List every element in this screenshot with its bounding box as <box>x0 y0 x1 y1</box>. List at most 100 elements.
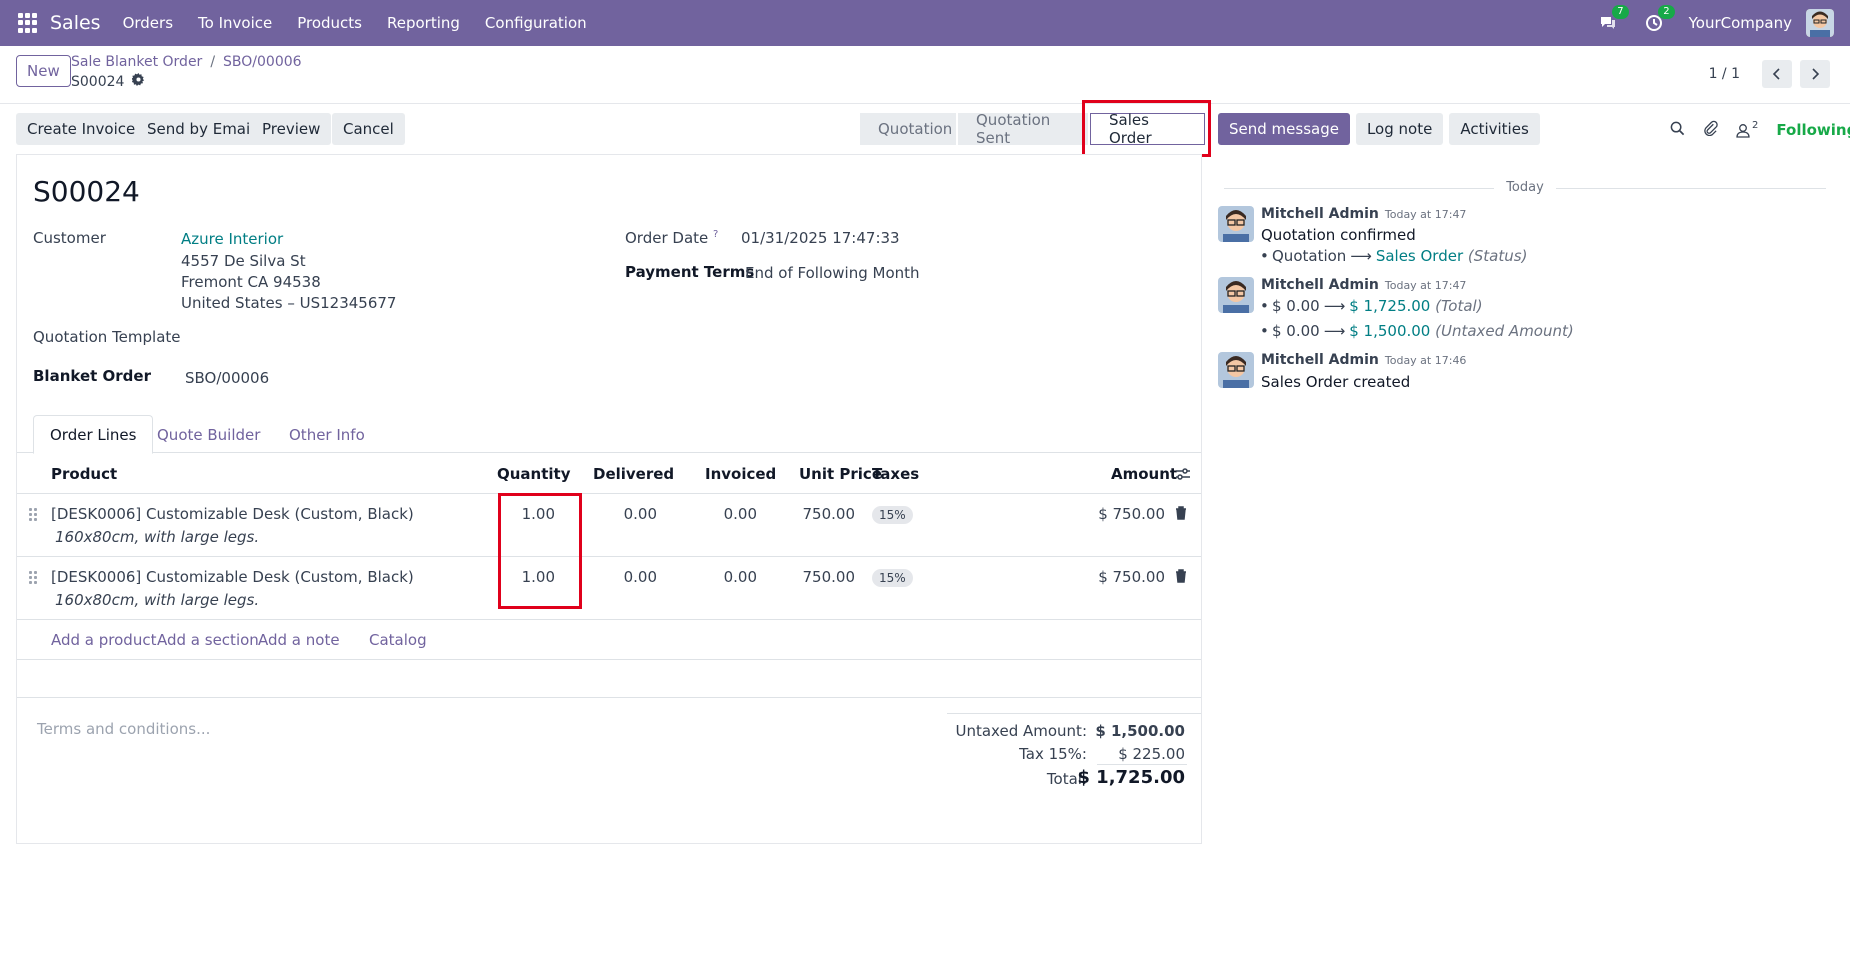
message-author-name[interactable]: Mitchell Admin <box>1261 352 1379 368</box>
optional-columns-icon[interactable] <box>1175 467 1191 485</box>
message-body: Sales Order created <box>1261 373 1411 391</box>
paperclip-icon[interactable] <box>1703 120 1718 140</box>
row-invoiced[interactable]: 0.00 <box>699 568 757 586</box>
top-navbar: Sales Orders To Invoice Products Reporti… <box>0 0 1850 46</box>
menu-orders[interactable]: Orders <box>123 14 173 32</box>
company-switcher[interactable]: YourCompany <box>1689 14 1792 32</box>
tracking-value: $ 0.00⟶$ 1,725.00 (Total) <box>1260 297 1483 315</box>
breadcrumb-parent[interactable]: Sale Blanket Order <box>71 54 202 70</box>
arrow-right-icon: ⟶ <box>1350 247 1372 265</box>
arrow-right-icon: ⟶ <box>1323 322 1346 340</box>
new-button[interactable]: New <box>16 55 71 87</box>
tracking-old-value: Quotation <box>1272 247 1347 265</box>
tab-order-lines[interactable]: Order Lines <box>33 415 154 454</box>
column-header-quantity[interactable]: Quantity <box>497 465 571 483</box>
cancel-button[interactable]: Cancel <box>332 113 405 145</box>
customer-link[interactable]: Azure Interior <box>181 230 283 248</box>
row-unit-price[interactable]: 750.00 <box>787 505 856 523</box>
pager-value[interactable]: 1 / 1 <box>1709 66 1740 82</box>
preview-button[interactable]: Preview <box>251 113 332 145</box>
tracking-new-value: $ 1,725.00 <box>1349 297 1431 315</box>
send-message-button[interactable]: Send message <box>1218 113 1350 145</box>
user-avatar[interactable] <box>1806 9 1834 37</box>
column-header-delivered[interactable]: Delivered <box>593 465 674 483</box>
customer-label: Customer <box>33 229 106 247</box>
following-button[interactable]: Following <box>1776 121 1850 139</box>
stage-quotation[interactable]: Quotation <box>860 113 956 145</box>
tracking-field-name: (Untaxed Amount) <box>1435 322 1574 340</box>
drag-handle-icon[interactable] <box>29 571 37 584</box>
row-divider <box>17 619 1201 620</box>
search-icon[interactable] <box>1670 121 1685 140</box>
table-footer-divider <box>17 659 1201 660</box>
arrow-right-icon: ⟶ <box>1323 297 1346 315</box>
gear-icon[interactable] <box>131 73 145 90</box>
messages-icon[interactable]: 7 <box>1597 5 1629 34</box>
blanket-order-field[interactable]: SBO/00006 <box>185 369 269 387</box>
menu-reporting[interactable]: Reporting <box>387 14 460 32</box>
breadcrumb-current[interactable]: SBO/00006 <box>223 54 302 70</box>
activities-icon[interactable]: 2 <box>1643 5 1675 34</box>
table-header-divider <box>17 493 1201 494</box>
menu-configuration[interactable]: Configuration <box>485 14 587 32</box>
column-header-product[interactable]: Product <box>51 465 117 483</box>
followers-button[interactable]: 2 <box>1736 120 1758 138</box>
activities-button[interactable]: Activities <box>1449 113 1540 145</box>
message-author[interactable]: Mitchell Admin Today at 17:46 <box>1261 352 1466 368</box>
form-sheet: S00024 Customer Azure Interior 4557 De S… <box>16 154 1202 844</box>
row-delivered[interactable]: 0.00 <box>597 505 657 523</box>
log-note-button[interactable]: Log note <box>1355 113 1444 145</box>
message-author[interactable]: Mitchell Admin Today at 17:47 <box>1261 277 1466 293</box>
column-header-invoiced[interactable]: Invoiced <box>705 465 776 483</box>
row-invoiced[interactable]: 0.00 <box>699 505 757 523</box>
row-product[interactable]: [DESK0006] Customizable Desk (Custom, Bl… <box>51 568 414 586</box>
message-author[interactable]: Mitchell Admin Today at 17:47 <box>1261 206 1466 222</box>
pager-previous-button[interactable] <box>1762 60 1792 88</box>
menu-products[interactable]: Products <box>297 14 362 32</box>
send-by-email-button[interactable]: Send by Email <box>136 113 266 145</box>
stage-quotation-sent[interactable]: Quotation Sent <box>958 111 1088 147</box>
add-note-link[interactable]: Add a note <box>258 631 340 649</box>
message-author-name[interactable]: Mitchell Admin <box>1261 206 1379 222</box>
trash-icon[interactable] <box>1175 569 1187 587</box>
row-tax-badge[interactable]: 15% <box>872 506 913 524</box>
tracking-value: $ 0.00⟶$ 1,500.00 (Untaxed Amount) <box>1260 322 1574 340</box>
row-delivered[interactable]: 0.00 <box>597 568 657 586</box>
tracking-new-value: Sales Order <box>1375 247 1464 265</box>
author-avatar[interactable] <box>1218 206 1254 242</box>
tracking-field-name: (Total) <box>1435 297 1483 315</box>
column-header-taxes[interactable]: Taxes <box>872 465 919 483</box>
help-tooltip-icon[interactable]: ? <box>713 229 718 240</box>
payment-terms-field[interactable]: End of Following Month <box>745 264 920 282</box>
add-section-link[interactable]: Add a section <box>157 631 259 649</box>
author-avatar[interactable] <box>1218 277 1254 313</box>
row-product[interactable]: [DESK0006] Customizable Desk (Custom, Bl… <box>51 505 414 523</box>
order-date-field[interactable]: 01/31/2025 17:47:33 <box>741 229 900 247</box>
add-product-link[interactable]: Add a product <box>51 631 156 649</box>
date-separator: Today <box>1224 180 1826 195</box>
author-avatar[interactable] <box>1218 352 1254 388</box>
row-unit-price[interactable]: 750.00 <box>787 568 856 586</box>
app-brand[interactable]: Sales <box>50 12 101 34</box>
apps-menu-icon[interactable] <box>18 13 38 33</box>
row-description[interactable]: 160x80cm, with large legs. <box>55 528 259 546</box>
column-header-amount[interactable]: Amount <box>1111 465 1177 483</box>
payment-terms-label: Payment Terms <box>625 263 755 281</box>
tab-other-info[interactable]: Other Info <box>273 415 381 454</box>
catalog-link[interactable]: Catalog <box>369 631 427 649</box>
message-author-name[interactable]: Mitchell Admin <box>1261 277 1379 293</box>
row-tax-badge[interactable]: 15% <box>872 569 913 587</box>
page-title: S00024 <box>33 175 140 208</box>
menu-to-invoice[interactable]: To Invoice <box>198 14 272 32</box>
tracking-field-name: (Status) <box>1467 247 1528 265</box>
terms-conditions-input[interactable]: Terms and conditions... <box>37 720 210 738</box>
column-header-unit-price[interactable]: Unit Price <box>799 465 882 483</box>
pager-next-button[interactable] <box>1800 60 1830 88</box>
drag-handle-icon[interactable] <box>29 508 37 521</box>
highlight-box-stage <box>1082 100 1211 157</box>
create-invoice-button[interactable]: Create Invoice <box>16 113 147 145</box>
tracking-old-value: $ 0.00 <box>1272 297 1320 315</box>
tab-quote-builder[interactable]: Quote Builder <box>141 415 276 454</box>
trash-icon[interactable] <box>1175 506 1187 524</box>
row-description[interactable]: 160x80cm, with large legs. <box>55 591 259 609</box>
